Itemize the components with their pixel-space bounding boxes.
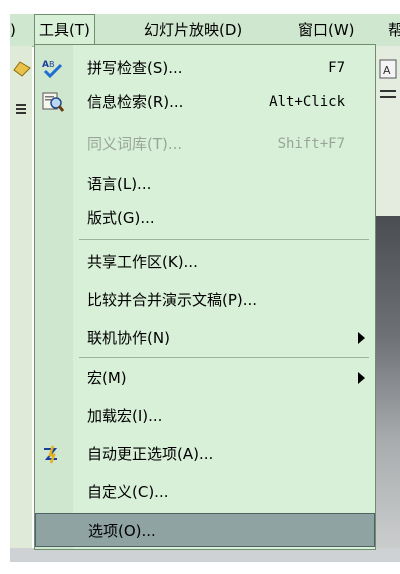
submenu-arrow-icon bbox=[358, 372, 365, 384]
menu-item-layout[interactable]: 版式(G)... bbox=[35, 201, 375, 235]
autocorrect-icon bbox=[44, 445, 58, 464]
slide-preview-edge bbox=[376, 216, 400, 562]
svg-text:B: B bbox=[49, 60, 55, 69]
menu-tools[interactable]: 工具(T) bbox=[34, 14, 95, 47]
menu-separator bbox=[79, 239, 369, 240]
menu-item-label: 选项(O)... bbox=[88, 522, 156, 540]
menu-item-language[interactable]: 语言(L)... bbox=[35, 167, 375, 201]
menu-item-shortcut: Alt+Click bbox=[269, 94, 345, 110]
menu-item-shared-workspace[interactable]: 共享工作区(K)... bbox=[35, 245, 375, 279]
menu-item-macro[interactable]: 宏(M) bbox=[35, 361, 375, 395]
menu-bar: ) 工具(T) 幻灯片放映(D) 窗口(W) 帮 bbox=[10, 14, 400, 47]
menu-bar-item-partial[interactable]: ) bbox=[10, 14, 16, 46]
toolbar-right-area: A bbox=[376, 46, 400, 216]
menu-item-customize[interactable]: 自定义(C)... bbox=[35, 475, 375, 509]
menu-item-label: 共享工作区(K)... bbox=[87, 253, 198, 271]
menu-item-autocorrect-options[interactable]: 自动更正选项(A)... bbox=[35, 437, 375, 471]
svg-text:A: A bbox=[383, 64, 391, 77]
menu-item-label: 语言(L)... bbox=[87, 175, 152, 193]
menu-item-research[interactable]: 信息检索(R)... Alt+Click bbox=[35, 85, 375, 119]
menu-item-online-collaboration[interactable]: 联机协作(N) bbox=[35, 321, 375, 355]
menu-item-label: 联机协作(N) bbox=[87, 329, 170, 347]
research-icon bbox=[42, 92, 65, 112]
menu-item-shortcut: F7 bbox=[328, 60, 345, 76]
window-bottom-edge bbox=[10, 548, 400, 562]
menu-item-thesaurus: 同义词库(T)... Shift+F7 bbox=[35, 127, 375, 161]
menu-item-shortcut: Shift+F7 bbox=[277, 136, 345, 152]
menu-window[interactable]: 窗口(W) bbox=[298, 14, 355, 46]
menu-item-label: 自动更正选项(A)... bbox=[87, 445, 214, 463]
menu-separator bbox=[79, 357, 369, 358]
submenu-arrow-icon bbox=[358, 332, 365, 344]
menu-item-spellcheck[interactable]: A B 拼写检查(S)... F7 bbox=[35, 51, 375, 85]
menu-item-label: 比较并合并演示文稿(P)... bbox=[87, 291, 258, 309]
menu-item-label: 拼写检查(S)... bbox=[87, 59, 183, 77]
spellcheck-icon: A B bbox=[42, 60, 63, 79]
menu-item-label: 信息检索(R)... bbox=[87, 93, 184, 111]
toolbar-left-area bbox=[10, 46, 32, 560]
menu-item-compare-merge[interactable]: 比较并合并演示文稿(P)... bbox=[35, 283, 375, 317]
menu-item-options[interactable]: 选项(O)... bbox=[35, 513, 375, 547]
menu-item-label: 加载宏(I)... bbox=[87, 407, 163, 425]
menu-item-label: 宏(M) bbox=[87, 369, 127, 387]
menu-item-label: 版式(G)... bbox=[87, 209, 155, 227]
menu-item-label: 同义词库(T)... bbox=[87, 135, 183, 153]
menu-help-partial[interactable]: 帮 bbox=[388, 14, 400, 46]
menu-item-addins[interactable]: 加载宏(I)... bbox=[35, 399, 375, 433]
tools-dropdown-menu: A B 拼写检查(S)... F7 信息检索(R)... Alt+Click 同… bbox=[34, 44, 376, 550]
toolbar-left-icons bbox=[13, 61, 31, 114]
toolbar-right-icons: A bbox=[379, 59, 397, 98]
menu-item-label: 自定义(C)... bbox=[87, 483, 169, 501]
menu-slideshow[interactable]: 幻灯片放映(D) bbox=[144, 14, 242, 46]
svg-text:A: A bbox=[42, 60, 49, 70]
